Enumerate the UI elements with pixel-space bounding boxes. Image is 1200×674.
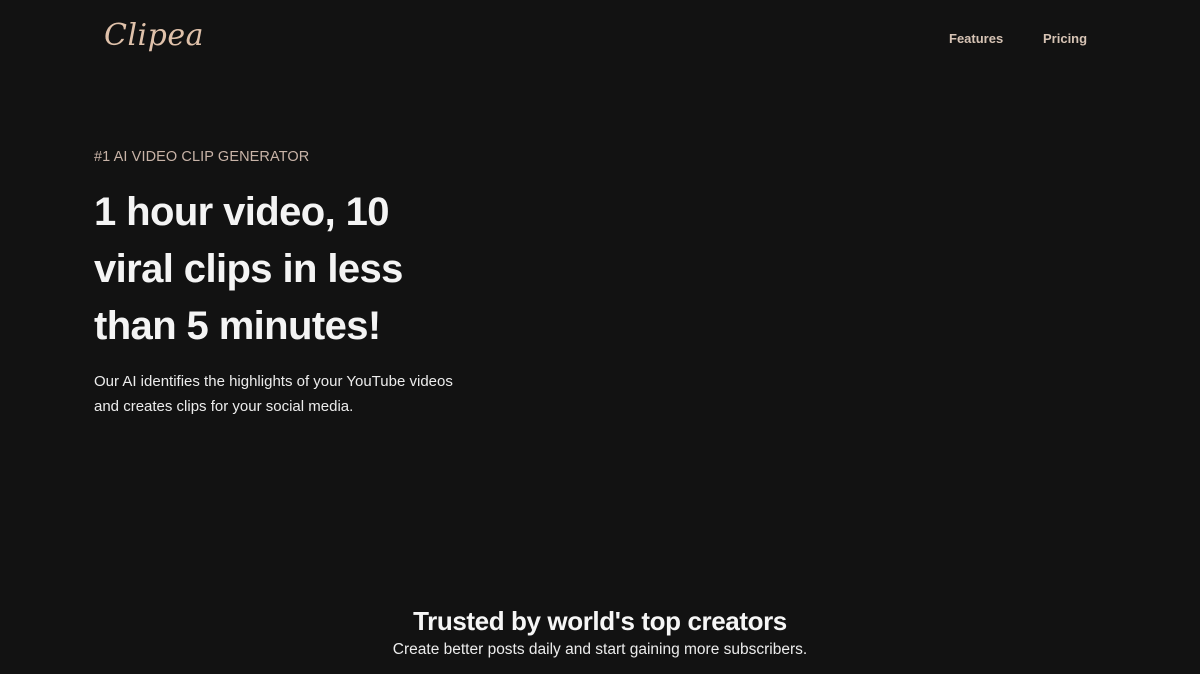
site-header: Clipea Features Pricing — [0, 0, 1200, 80]
hero-eyebrow: #1 AI VIDEO CLIP GENERATOR — [94, 149, 310, 165]
nav-link-pricing[interactable]: Pricing — [1043, 29, 1087, 49]
trusted-subtitle: Create better posts daily and start gain… — [392, 641, 808, 658]
hero-section: #1 AI VIDEO CLIP GENERATOR 1 hour video,… — [94, 146, 614, 419]
trusted-section: Trusted by world's top creators Create b… — [0, 603, 1200, 661]
brand-logo[interactable]: Clipea — [104, 14, 204, 58]
hero-headline: 1 hour video, 10 viral clips in less tha… — [94, 190, 403, 348]
trusted-title: Trusted by world's top creators — [413, 606, 787, 636]
nav-link-features[interactable]: Features — [949, 29, 1003, 49]
hero-subtext: Our AI identifies the highlights of your… — [94, 373, 453, 415]
